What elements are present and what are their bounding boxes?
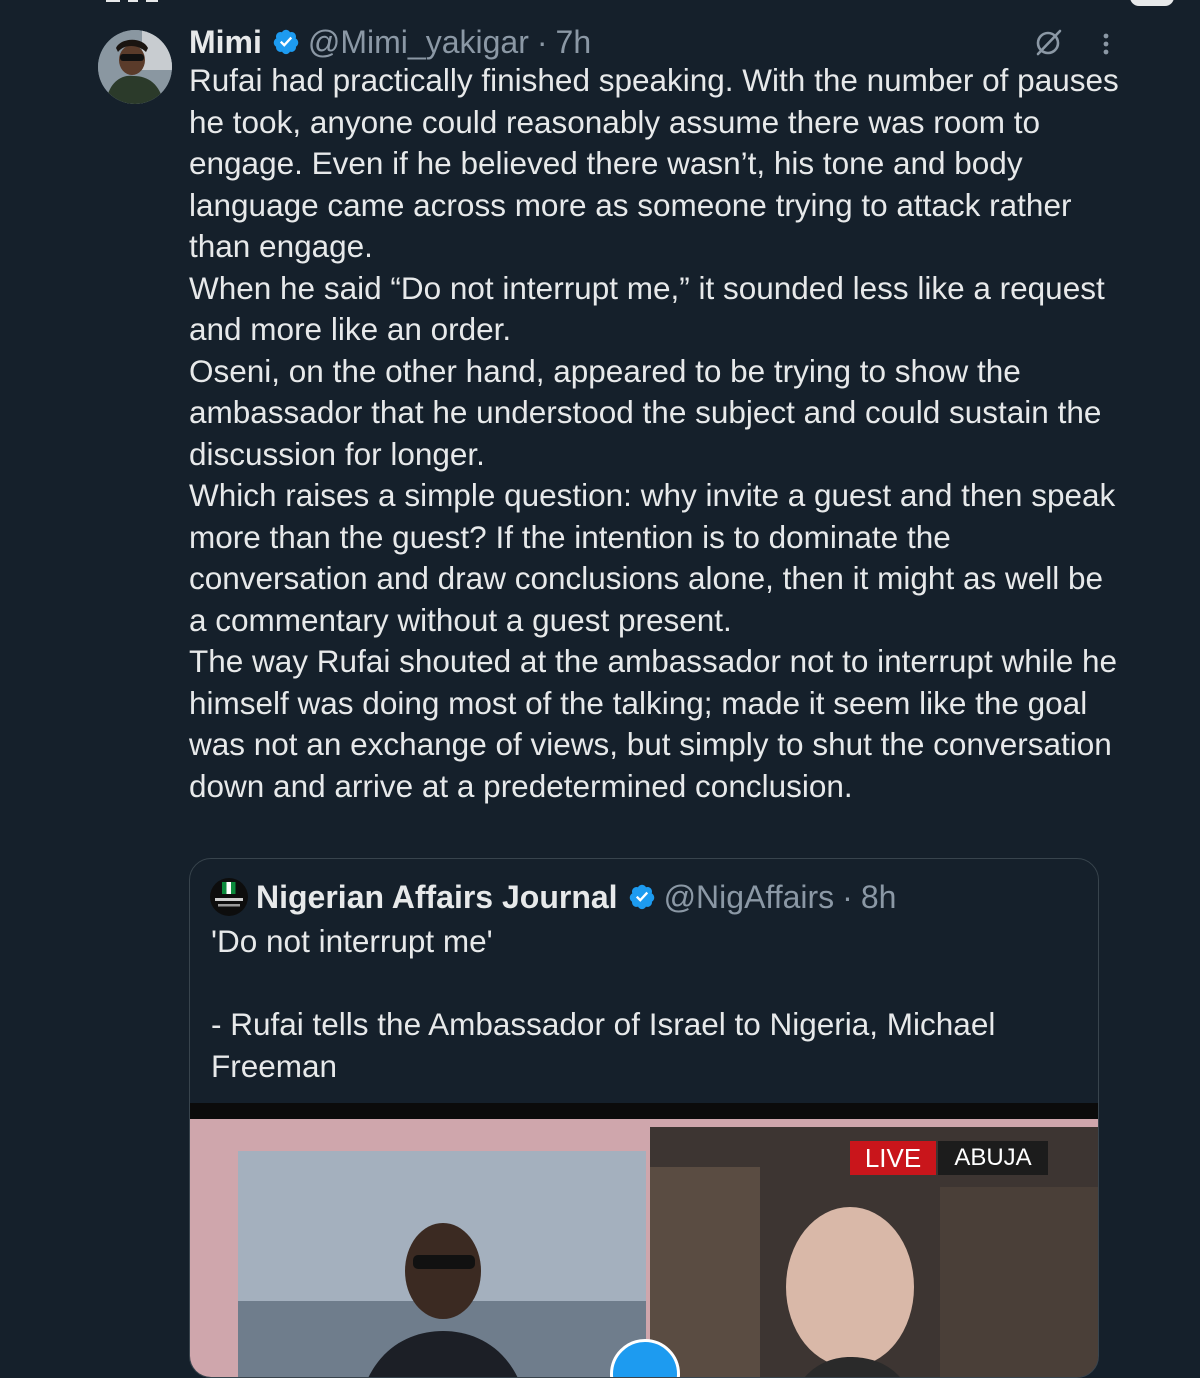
- timestamp[interactable]: 7h: [556, 24, 592, 61]
- quoted-author-name[interactable]: Nigerian Affairs Journal: [256, 879, 618, 916]
- location-badge: ABUJA: [938, 1141, 1048, 1175]
- author-handle[interactable]: @Mimi_yakigar: [308, 24, 529, 61]
- tweet-paragraph: Oseni, on the other hand, appeared to be…: [189, 352, 1102, 472]
- quoted-avatar[interactable]: [210, 878, 248, 916]
- more-options-icon[interactable]: [1096, 30, 1116, 60]
- top-edge: [0, 0, 1200, 8]
- separator-dot: ·: [842, 878, 853, 915]
- video-thumbnail[interactable]: LIVE ABUJA: [190, 1103, 1098, 1377]
- quoted-line: 'Do not interrupt me': [211, 923, 493, 959]
- tweet-header: Mimi @Mimi_yakigar · 7h: [189, 22, 591, 62]
- author-name[interactable]: Mimi: [189, 24, 262, 61]
- separator-dot: ·: [536, 23, 548, 60]
- quoted-tweet-header: Nigerian Affairs Journal @NigAffairs · 8…: [210, 877, 896, 917]
- video-top-bar: [190, 1103, 1098, 1119]
- profile-photo: [98, 30, 172, 104]
- anchor-image: [238, 1151, 646, 1377]
- partial-text-glyphs: [106, 0, 158, 2]
- tweet-paragraph: Rufai had practically finished speaking.…: [189, 62, 1119, 264]
- grok-icon[interactable]: [1032, 26, 1064, 58]
- tweet-paragraph: When he said “Do not interrupt me,” it s…: [189, 269, 1105, 348]
- nigeria-flag-logo-icon: [215, 882, 243, 907]
- quoted-tweet-card[interactable]: Nigerian Affairs Journal @NigAffairs · 8…: [189, 858, 1099, 1378]
- avatar[interactable]: [98, 30, 172, 104]
- top-right-pill[interactable]: [1130, 0, 1174, 6]
- tweet-text: Rufai had practically finished speaking.…: [189, 60, 1124, 807]
- live-badge: LIVE: [850, 1141, 936, 1175]
- tweet-paragraph: Which raises a simple question: why invi…: [189, 477, 1116, 638]
- quoted-line: - Rufai tells the Ambassador of Israel t…: [211, 1006, 996, 1084]
- quoted-tweet-text: 'Do not interrupt me' - Rufai tells the …: [211, 921, 1071, 1087]
- quoted-timestamp[interactable]: 8h: [861, 879, 897, 916]
- video-left-panel: [238, 1151, 646, 1377]
- verified-badge-icon: [629, 884, 654, 910]
- quoted-handle[interactable]: @NigAffairs: [664, 879, 835, 916]
- tweet-paragraph: The way Rufai shouted at the ambassador …: [189, 643, 1118, 804]
- verified-badge-icon: [273, 29, 299, 55]
